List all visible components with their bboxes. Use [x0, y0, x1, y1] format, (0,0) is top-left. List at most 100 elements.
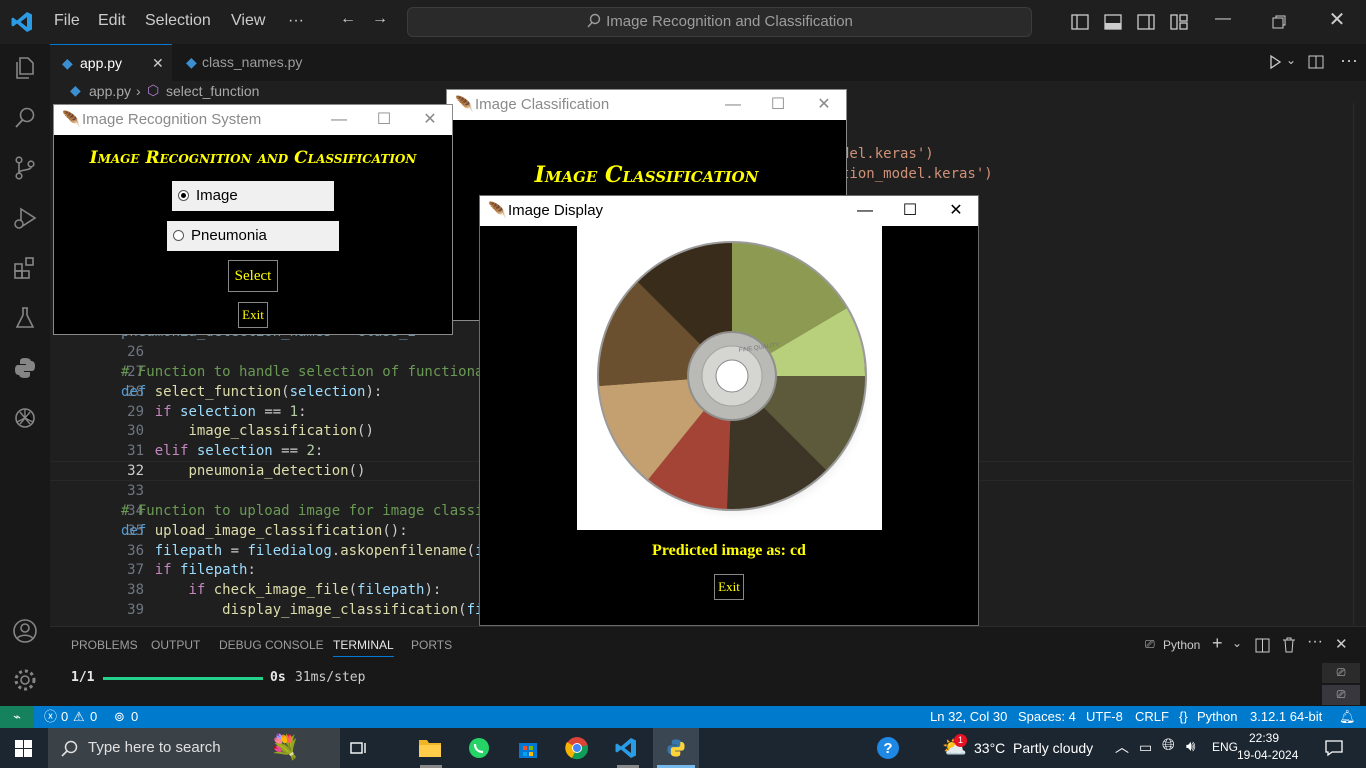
command-center-search[interactable]: Image Recognition and Classification — [407, 7, 1032, 37]
kill-terminal-trash-icon[interactable] — [1282, 637, 1296, 653]
editor-scrollbar[interactable] — [1353, 103, 1366, 626]
indentation[interactable]: Spaces: 4 — [1018, 706, 1076, 728]
run-dropdown-icon[interactable]: ⌄ — [1286, 53, 1296, 67]
vscode-taskbar-icon[interactable] — [614, 736, 638, 760]
menu-selection[interactable]: Selection — [145, 12, 211, 30]
show-hidden-icons-chevron-icon[interactable]: ︿ — [1115, 737, 1129, 757]
maximize-icon[interactable]: ☐ — [768, 90, 788, 120]
chrome-icon[interactable] — [565, 736, 589, 760]
select-button[interactable]: Select — [228, 260, 278, 292]
extensions-icon[interactable] — [11, 254, 39, 282]
warning-count[interactable]: 0 — [90, 706, 97, 728]
notifications-bell-icon[interactable]: 🔔︎ — [1339, 706, 1356, 728]
remote-indicator-icon[interactable]: ⌁ — [0, 706, 34, 728]
task-view-icon[interactable] — [350, 739, 368, 757]
customize-layout-icon[interactable] — [1170, 13, 1188, 31]
panel-tab-problems[interactable]: PROBLEMS — [71, 638, 138, 652]
panel-tab-terminal[interactable]: TERMINAL — [333, 638, 394, 657]
source-control-icon[interactable] — [11, 154, 39, 182]
menu-file[interactable]: File — [54, 12, 80, 30]
split-terminal-icon[interactable] — [1255, 638, 1270, 653]
maximize-icon[interactable]: ☐ — [900, 196, 920, 226]
volume-icon[interactable]: 🔊︎ — [1186, 738, 1195, 755]
input-language[interactable]: ENG — [1212, 740, 1238, 754]
tab-app-py[interactable]: ◆ app.py ✕ — [50, 44, 172, 81]
ports-count[interactable]: 0 — [131, 706, 138, 728]
image-display-window[interactable]: 🪶 Image Display — ☐ ✕ FINE QUALITY Predi… — [479, 195, 979, 626]
language-mode[interactable]: Python — [1197, 706, 1237, 728]
run-python-icon[interactable] — [1267, 54, 1283, 70]
microsoft-store-icon[interactable] — [516, 736, 540, 760]
vscode-logo-icon[interactable] — [10, 10, 34, 34]
breadcrumb-file[interactable]: app.py — [89, 83, 131, 99]
encoding[interactable]: UTF-8 — [1086, 706, 1123, 728]
toggle-primary-sidebar-icon[interactable] — [1071, 13, 1089, 31]
terminal-instance-icon[interactable]: ⎚ — [1322, 663, 1360, 683]
search-icon[interactable] — [11, 104, 39, 132]
errors-icon[interactable]: ⓧ — [44, 706, 57, 728]
exit-button[interactable]: Exit — [238, 302, 268, 328]
accounts-icon[interactable] — [11, 617, 39, 645]
window-title-bar[interactable]: 🪶 Image Recognition System — ☐ ✕ — [54, 105, 452, 135]
forward-arrow-icon[interactable]: → — [368, 10, 392, 28]
windows-start-icon[interactable] — [15, 740, 32, 757]
image-classification-radio[interactable]: Image Classification — [172, 181, 334, 234]
cursor-position[interactable]: Ln 32, Col 30 — [930, 706, 1007, 728]
weather-temperature[interactable]: 33°C — [974, 740, 1005, 756]
weather-description[interactable]: Partly cloudy — [1013, 740, 1093, 756]
panel-tab-output[interactable]: OUTPUT — [151, 638, 200, 652]
close-panel-icon[interactable]: ✕ — [1335, 635, 1348, 653]
split-editor-icon[interactable] — [1308, 54, 1324, 70]
notification-center-icon[interactable] — [1325, 739, 1343, 757]
ports-icon[interactable]: ⊚ — [114, 706, 125, 728]
battery-icon[interactable]: ▭ — [1139, 739, 1152, 756]
toggle-secondary-sidebar-icon[interactable] — [1137, 13, 1155, 31]
help-icon[interactable]: ? — [876, 736, 900, 760]
file-explorer-icon[interactable] — [418, 737, 442, 759]
exit-button[interactable]: Exit — [714, 574, 744, 600]
settings-gear-icon[interactable] — [11, 666, 39, 694]
panel-tab-ports[interactable]: PORTS — [411, 638, 452, 652]
close-tab-icon[interactable]: ✕ — [152, 45, 164, 82]
error-count[interactable]: 0 — [61, 706, 68, 728]
back-arrow-icon[interactable]: ← — [336, 10, 360, 28]
testing-flask-icon[interactable] — [11, 304, 39, 332]
pneumonia-detection-radio[interactable]: Pneumonia Detection — [167, 221, 339, 274]
window-title-bar[interactable]: 🪶 Image Classification — ☐ ✕ — [447, 90, 846, 120]
panel-tab-debug-console[interactable]: DEBUG CONSOLE — [219, 638, 324, 652]
menu-more[interactable]: ··· — [288, 12, 304, 30]
close-icon[interactable]: ✕ — [946, 196, 966, 226]
menu-edit[interactable]: Edit — [98, 12, 126, 30]
whatsapp-icon[interactable] — [467, 736, 491, 760]
close-icon[interactable]: ✕ — [420, 105, 440, 135]
new-terminal-icon[interactable]: + — [1212, 633, 1223, 654]
python-interpreter[interactable]: 3.12.1 64-bit — [1250, 706, 1322, 728]
minimize-icon[interactable]: — — [1211, 10, 1235, 28]
python-taskbar-active[interactable] — [653, 728, 699, 768]
terminal-dropdown-icon[interactable]: ⌄ — [1232, 636, 1242, 650]
close-icon[interactable]: ✕ — [814, 90, 834, 120]
warning-icon[interactable]: ⚠ — [73, 706, 85, 728]
tab-class-names-py[interactable]: ◆ class_names.py — [172, 44, 328, 81]
terminal-name[interactable]: Python — [1163, 638, 1200, 652]
maximize-icon[interactable]: ☐ — [374, 105, 394, 135]
restore-icon[interactable] — [1271, 14, 1287, 30]
minimize-icon[interactable]: — — [329, 105, 349, 135]
clock-time[interactable]: 22:39 — [1249, 731, 1279, 745]
clock-date[interactable]: 19-04-2024 — [1237, 748, 1298, 762]
explorer-icon[interactable] — [11, 54, 39, 82]
window-title-bar[interactable]: 🪶 Image Display — ☐ ✕ — [480, 196, 978, 226]
network-globe-icon[interactable]: 🌐︎ — [1162, 737, 1175, 755]
close-icon[interactable]: ✕ — [1325, 7, 1349, 32]
terminal-instance-icon[interactable]: ⎚ — [1322, 685, 1360, 705]
minimize-icon[interactable]: — — [855, 196, 875, 226]
python-icon[interactable] — [11, 354, 39, 382]
toggle-panel-icon[interactable] — [1104, 13, 1122, 31]
end-of-line[interactable]: CRLF — [1135, 706, 1169, 728]
taskbar-search-box[interactable]: Type here to search 💐 — [48, 728, 340, 768]
chatgpt-icon[interactable] — [11, 404, 39, 432]
breadcrumb-symbol[interactable]: select_function — [166, 83, 259, 99]
more-actions-icon[interactable]: ··· — [1340, 50, 1358, 71]
image-recognition-system-window[interactable]: 🪶 Image Recognition System — ☐ ✕ Image R… — [53, 104, 453, 335]
run-debug-icon[interactable] — [11, 204, 39, 232]
